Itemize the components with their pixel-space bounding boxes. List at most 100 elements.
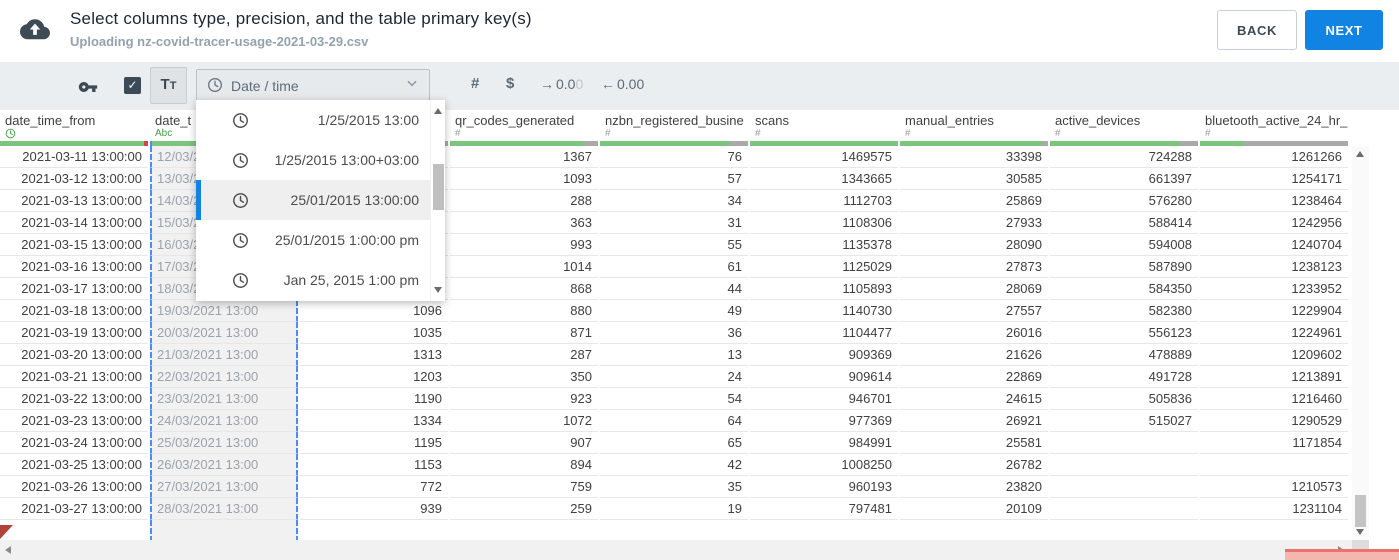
table-cell: 34 xyxy=(600,190,748,212)
table-cell: 2021-03-17 13:00:00 xyxy=(0,278,148,300)
back-button[interactable]: BACK xyxy=(1217,10,1297,50)
text-type-button[interactable]: TT xyxy=(150,67,187,104)
table-cell: 2021-03-20 13:00:00 xyxy=(0,344,148,366)
table-cell: 363 xyxy=(450,212,598,234)
table-cell: 1035 xyxy=(300,322,448,344)
column-header-scans[interactable]: scans # xyxy=(750,110,898,141)
date-format-option[interactable]: 25/01/2015 1:00:00 pm xyxy=(196,220,430,260)
type-dropdown-button[interactable]: Date / time xyxy=(196,69,430,102)
table-cell: 27/03/2021 13:00 xyxy=(150,476,298,498)
table-cell: 35 xyxy=(600,476,748,498)
table-cell: 2021-03-22 13:00:00 xyxy=(0,388,148,410)
table-cell: 588414 xyxy=(1050,212,1198,234)
date-format-option[interactable]: 25/01/2015 13:00:00 xyxy=(196,180,430,220)
table-cell: 1209602 xyxy=(1200,344,1348,366)
table-cell: 960193 xyxy=(750,476,898,498)
column-header-manual_entries[interactable]: manual_entries # xyxy=(900,110,1048,141)
table-cell: 1140730 xyxy=(750,300,898,322)
table-cell: 2021-03-15 13:00:00 xyxy=(0,234,148,256)
table-cell: 1008250 xyxy=(750,454,898,476)
table-cell: 1240704 xyxy=(1200,234,1348,256)
clock-icon xyxy=(233,272,248,288)
table-row xyxy=(0,520,1348,542)
table-cell: 1153 xyxy=(300,454,448,476)
vertical-scrollbar[interactable] xyxy=(1352,146,1369,540)
column-type-label: # xyxy=(605,128,611,139)
table-cell xyxy=(600,520,748,542)
table-cell: 1229904 xyxy=(1200,300,1348,322)
table-cell: 30585 xyxy=(900,168,1048,190)
table-cell: 1112703 xyxy=(750,190,898,212)
table-cell: 2021-03-21 13:00:00 xyxy=(0,366,148,388)
increase-precision-button[interactable]: 0.00 xyxy=(540,76,583,92)
chevron-down-icon xyxy=(405,76,419,95)
clock-icon xyxy=(233,152,248,168)
page-title: Select columns type, precision, and the … xyxy=(70,9,532,28)
table-cell: 287 xyxy=(450,344,598,366)
currency-type-button[interactable]: $ xyxy=(506,75,514,92)
scroll-down-arrow-icon[interactable] xyxy=(434,287,442,293)
table-cell: 288 xyxy=(450,190,598,212)
table-cell: 64 xyxy=(600,410,748,432)
horizontal-scrollbar[interactable] xyxy=(0,540,1352,560)
csv-upload-column-setup-screen: Select columns type, precision, and the … xyxy=(0,0,1399,560)
table-cell: 993 xyxy=(450,234,598,256)
page-header: Select columns type, precision, and the … xyxy=(0,0,1399,62)
scroll-left-arrow-icon[interactable] xyxy=(5,546,11,554)
include-column-checkbox[interactable] xyxy=(124,77,141,94)
table-cell: 1108306 xyxy=(750,212,898,234)
table-row: 2021-03-23 13:00:00 24/03/2021 13:00 1334 1… xyxy=(0,410,1348,432)
table-cell: 1213891 xyxy=(1200,366,1348,388)
dropdown-scrollbar-thumb[interactable] xyxy=(433,164,444,210)
table-cell xyxy=(1050,454,1198,476)
table-cell: 868 xyxy=(450,278,598,300)
table-cell: 2021-03-14 13:00:00 xyxy=(0,212,148,234)
scroll-up-arrow-icon[interactable] xyxy=(434,108,442,114)
table-cell: 1290529 xyxy=(1200,410,1348,432)
table-cell xyxy=(900,520,1048,542)
date-format-option-label: Jan 25, 2015 1:00 pm xyxy=(283,272,419,288)
table-cell: 57 xyxy=(600,168,748,190)
table-cell xyxy=(1200,454,1348,476)
scroll-up-arrow-icon[interactable] xyxy=(1356,151,1364,157)
table-cell: 25869 xyxy=(900,190,1048,212)
column-header-nzbn_registered_busine[interactable]: nzbn_registered_busine # xyxy=(600,110,748,141)
table-cell: 20/03/2021 13:00 xyxy=(150,322,298,344)
table-cell: 478889 xyxy=(1050,344,1198,366)
table-cell: 909369 xyxy=(750,344,898,366)
table-cell: 1093 xyxy=(450,168,598,190)
table-cell: 1238123 xyxy=(1200,256,1348,278)
next-button[interactable]: NEXT xyxy=(1305,10,1383,50)
table-cell: 946701 xyxy=(750,388,898,410)
column-header-date_time_from[interactable]: date_time_from xyxy=(0,110,148,141)
table-cell: 2021-03-13 13:00:00 xyxy=(0,190,148,212)
primary-key-icon[interactable] xyxy=(78,77,98,102)
table-row: 2021-03-19 13:00:00 20/03/2021 13:00 1035 8… xyxy=(0,322,1348,344)
table-cell: 25/03/2021 13:00 xyxy=(150,432,298,454)
table-cell: 582380 xyxy=(1050,300,1198,322)
column-header-qr_codes_generated[interactable]: qr_codes_generated # xyxy=(450,110,598,141)
arrow-left-icon xyxy=(601,76,615,92)
clock-icon xyxy=(207,77,223,95)
date-format-option[interactable]: Jan 25, 2015 1:00 pm xyxy=(196,260,430,300)
date-format-option[interactable]: 1/25/2015 13:00+03:00 xyxy=(196,140,430,180)
table-cell: 1254171 xyxy=(1200,168,1348,190)
table-cell: 661397 xyxy=(1050,168,1198,190)
number-type-button[interactable]: # xyxy=(471,75,479,92)
table-cell: 24/03/2021 13:00 xyxy=(150,410,298,432)
decrease-precision-button[interactable]: 0.00 xyxy=(601,76,644,92)
column-header-bluetooth_active_24_hr_[interactable]: bluetooth_active_24_hr_ # xyxy=(1200,110,1348,141)
dropdown-scrollbar[interactable] xyxy=(430,100,445,301)
column-header-active_devices[interactable]: active_devices # xyxy=(1050,110,1198,141)
table-cell: 556123 xyxy=(1050,322,1198,344)
date-format-option[interactable]: 1/25/2015 13:00 xyxy=(196,100,430,140)
table-cell: 26782 xyxy=(900,454,1048,476)
table-cell: 1334 xyxy=(300,410,448,432)
column-name: manual_entries xyxy=(905,113,994,128)
vertical-scrollbar-thumb[interactable] xyxy=(1355,495,1366,527)
table-row: 2021-03-24 13:00:00 25/03/2021 13:00 1195 9… xyxy=(0,432,1348,454)
table-cell: 491728 xyxy=(1050,366,1198,388)
table-cell: 871 xyxy=(450,322,598,344)
scroll-down-arrow-icon[interactable] xyxy=(1356,529,1364,535)
column-type-label xyxy=(0,128,148,141)
